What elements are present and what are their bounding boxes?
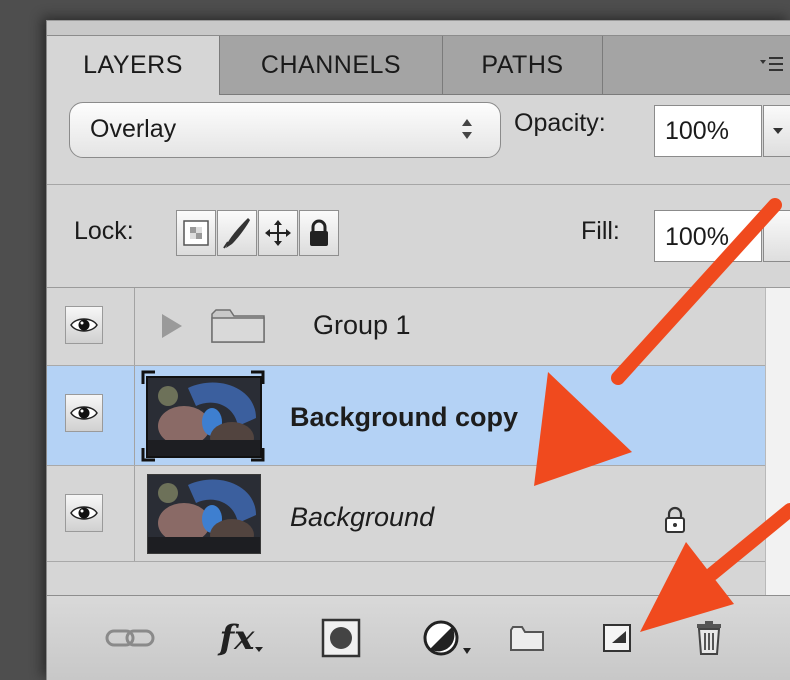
red-arrow-annotations (534, 198, 790, 632)
red-arrow-icon (534, 198, 782, 486)
red-arrow-icon (640, 503, 790, 632)
